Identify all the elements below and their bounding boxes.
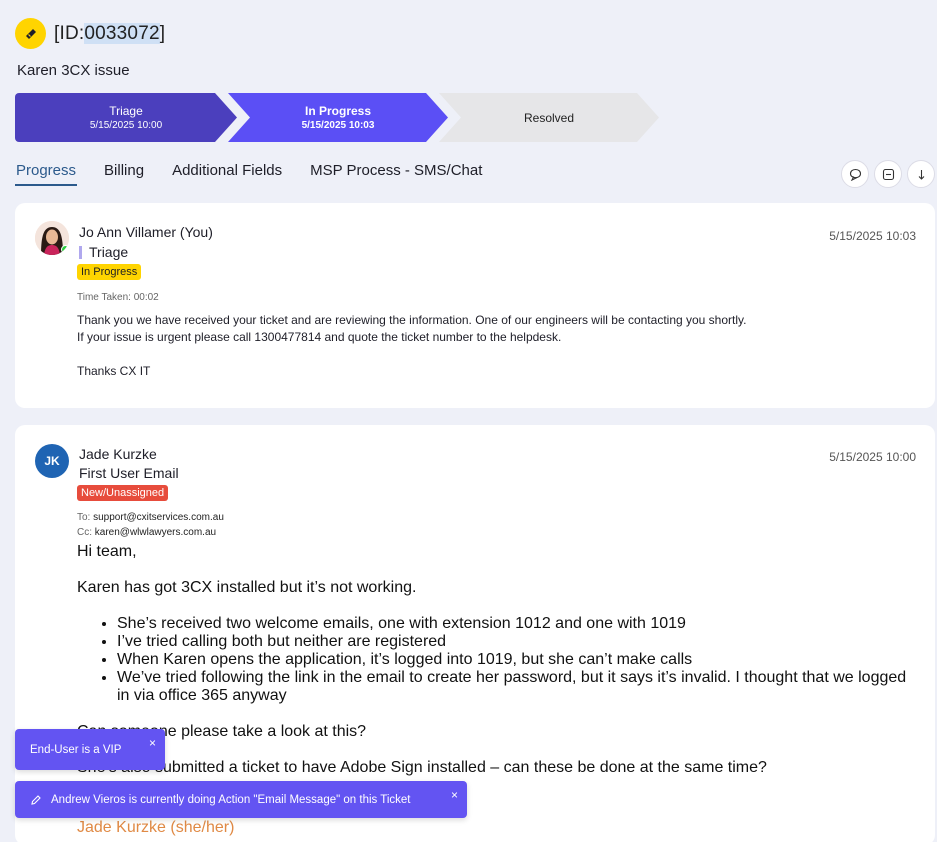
sort-down-button[interactable] (907, 160, 935, 188)
email-bullet-list: She’s received two welcome emails, one w… (117, 615, 917, 705)
online-status-dot (61, 245, 69, 254)
toast-message: End-User is a VIP (30, 743, 122, 756)
collapse-button[interactable] (874, 160, 902, 188)
tab-msp-process[interactable]: MSP Process - SMS/Chat (309, 160, 483, 186)
activity-action: Triage (79, 245, 128, 259)
avatar (35, 221, 69, 255)
toast-message: Andrew Vieros is currently doing Action … (51, 793, 411, 806)
email-to: To: support@cxitservices.com.au (77, 512, 224, 523)
tab-progress[interactable]: Progress (15, 160, 78, 186)
email-paragraph: She’s also submitted a ticket to have Ad… (77, 759, 767, 776)
email-paragraph: Can someone please take a look at this? (77, 723, 367, 740)
message-line: Thanks CX IT (77, 364, 151, 378)
stage-name: In Progress (304, 104, 372, 118)
email-paragraph: Karen has got 3CX installed but it’s not… (77, 579, 417, 596)
cc-label: Cc: (77, 527, 92, 538)
comment-icon (849, 168, 861, 181)
email-signature: Jade Kurzke (she/her) (77, 819, 235, 836)
time-taken: Time Taken: 00:02 (77, 292, 159, 303)
message-line: If your issue is urgent please call 1300… (77, 330, 562, 344)
activity-card: Jo Ann Villamer (You) 5/15/2025 10:03 Tr… (15, 203, 935, 408)
collapse-icon (882, 168, 894, 180)
email-cc: Cc: karen@wlwlawyers.com.au (77, 527, 216, 538)
ticket-header: [ID:0033072] (15, 18, 165, 49)
list-item: She’s received two welcome emails, one w… (117, 615, 917, 633)
stage-date: 5/15/2025 10:03 (301, 120, 375, 131)
stage-name: Triage (109, 104, 143, 118)
activity-author: Jade Kurzke (79, 446, 157, 462)
ticket-id-number[interactable]: 0033072 (84, 22, 160, 44)
ticket-icon (15, 18, 46, 49)
ticket-subject: Karen 3CX issue (17, 62, 130, 79)
message-line: Thank you we have received your ticket a… (77, 313, 747, 327)
status-badge: In Progress (77, 264, 142, 280)
stage-resolved[interactable]: Resolved (439, 93, 659, 142)
stage-in-progress[interactable]: In Progress 5/15/2025 10:03 (228, 93, 448, 142)
activity-action: First User Email (79, 465, 179, 481)
list-item: We’ve tried following the link in the em… (117, 669, 917, 705)
pencil-icon (30, 794, 42, 806)
cc-address[interactable]: karen@wlwlawyers.com.au (95, 527, 216, 538)
close-icon[interactable]: × (149, 736, 156, 750)
comment-button[interactable] (841, 160, 869, 188)
list-item: I’ve tried calling both but neither are … (117, 633, 917, 651)
stage-pipeline: Triage 5/15/2025 10:00 In Progress 5/15/… (15, 93, 660, 142)
activity-timestamp: 5/15/2025 10:00 (829, 450, 916, 464)
ticket-id-suffix: ] (159, 22, 166, 44)
activity-card: JK Jade Kurzke 5/15/2025 10:00 First Use… (15, 425, 935, 842)
activity-message: Thank you we have received your ticket a… (77, 312, 746, 380)
to-label: To: (77, 512, 91, 523)
to-address[interactable]: support@cxitservices.com.au (93, 512, 224, 523)
arrow-down-icon (918, 169, 924, 180)
stage-name: Resolved (523, 110, 575, 125)
tab-bar: Progress Billing Additional Fields MSP P… (15, 160, 509, 186)
avatar: JK (35, 444, 69, 478)
ticket-id: [ID:0033072] (54, 22, 166, 45)
toolbar (841, 160, 937, 188)
stage-triage[interactable]: Triage 5/15/2025 10:00 (15, 93, 237, 142)
ticket-id-prefix: [ID: (54, 22, 85, 44)
status-badge: New/Unassigned (77, 485, 169, 501)
agent-action-toast: Andrew Vieros is currently doing Action … (15, 781, 467, 818)
vip-toast: End-User is a VIP × (15, 729, 165, 770)
activity-timestamp: 5/15/2025 10:03 (829, 229, 916, 243)
tab-additional-fields[interactable]: Additional Fields (171, 160, 283, 186)
tab-billing[interactable]: Billing (103, 160, 145, 186)
close-icon[interactable]: × (451, 788, 458, 802)
email-greeting: Hi team, (77, 543, 137, 560)
list-item: When Karen opens the application, it’s l… (117, 651, 917, 669)
stage-date: 5/15/2025 10:00 (89, 120, 163, 131)
activity-author: Jo Ann Villamer (You) (79, 224, 213, 240)
